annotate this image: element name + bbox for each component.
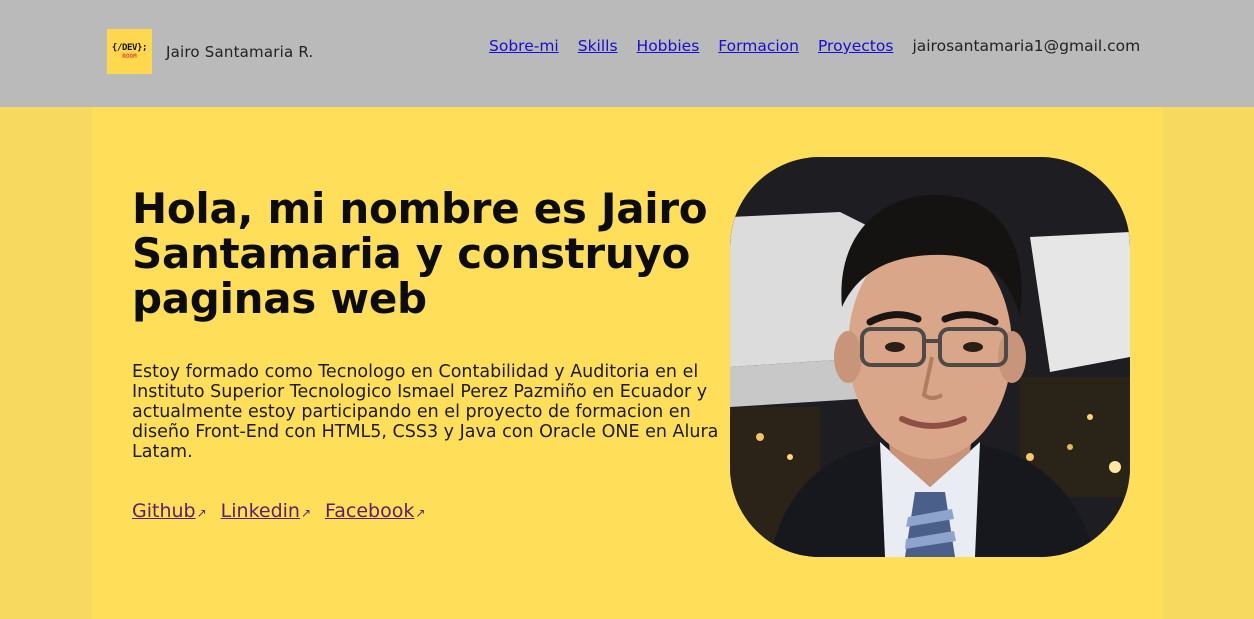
site-header: {/DEV}; ROOM Jairo Santamaria R. Sobre-m…: [0, 0, 1254, 107]
site-name: Jairo Santamaria R.: [166, 43, 314, 61]
logo-main-text: {/DEV};: [111, 42, 148, 53]
profile-photo: [730, 157, 1130, 557]
external-link-icon: ↗: [196, 506, 207, 520]
hero-headline: Hola, mi nombre es Jairo Santamaria y co…: [132, 184, 708, 323]
hero-bio: Estoy formado como Tecnologo en Contabil…: [132, 362, 719, 462]
linkedin-link[interactable]: Linkedin↗: [221, 500, 311, 522]
github-link[interactable]: Github↗: [132, 500, 207, 522]
logo-sub-text: ROOM: [122, 52, 137, 60]
social-links: Github↗ Linkedin↗ Facebook↗: [132, 500, 439, 522]
external-link-icon: ↗: [300, 506, 312, 520]
profile-photo-illustration: [730, 157, 1130, 557]
contact-email: jairosantamaria1@gmail.com: [912, 37, 1141, 55]
nav-link-skills[interactable]: Skills: [578, 37, 618, 55]
nav-link-sobre-mi[interactable]: Sobre-mi: [489, 37, 559, 55]
nav-link-proyectos[interactable]: Proyectos: [818, 37, 893, 55]
linkedin-link-label: Linkedin: [220, 500, 300, 522]
external-link-icon: ↗: [415, 506, 426, 520]
facebook-link[interactable]: Facebook↗: [325, 500, 425, 522]
facebook-link-label: Facebook: [325, 500, 415, 522]
nav-link-hobbies[interactable]: Hobbies: [637, 37, 700, 55]
main-nav: Sobre-mi Skills Hobbies Formacion Proyec…: [489, 37, 1140, 55]
nav-link-formacion[interactable]: Formacion: [718, 37, 799, 55]
dev-room-logo[interactable]: {/DEV}; ROOM: [107, 29, 152, 74]
github-link-label: Github: [132, 500, 196, 522]
